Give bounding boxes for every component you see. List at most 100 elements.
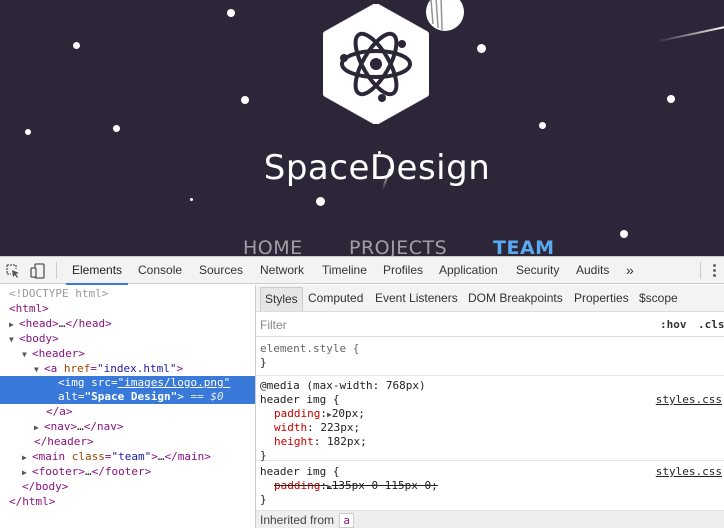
doctype-text: <!DOCTYPE html> [9,287,109,300]
rule-selector[interactable]: element.style { [260,342,359,356]
property-value[interactable]: 20px; [332,407,365,420]
tab-security[interactable]: Security [516,257,559,284]
styles-filter-bar: :hov .cls [256,313,724,337]
collapse-arrow-icon[interactable]: ▼ [22,347,32,362]
tab-computed[interactable]: Computed [308,285,363,311]
star [190,198,193,201]
console-ref-marker: == $0 [190,390,224,403]
nav-projects[interactable]: PROJECTS [349,238,447,256]
attr-value[interactable]: "Space Design" [85,390,178,403]
atom-icon[interactable] [322,4,430,124]
attr-name: alt [58,390,78,403]
expand-arrow-icon[interactable]: ▶ [34,420,44,435]
collapsed-ellipsis[interactable]: … [158,450,165,463]
nav-open-tag: <nav> [44,420,78,433]
class-toggle[interactable]: .cls [698,316,724,334]
tab-dom-breakpoints[interactable]: DOM Breakpoints [468,285,563,311]
collapse-arrow-icon[interactable]: ▼ [9,332,19,347]
collapsed-ellipsis[interactable]: … [85,465,92,478]
expand-arrow-icon[interactable]: ▶ [22,450,32,465]
star [620,230,628,238]
dom-node-nav[interactable]: ▶ <nav>…</nav> [0,419,255,434]
dom-node-header-close[interactable]: </header> [0,434,255,449]
inherited-element-link[interactable]: a [339,513,355,528]
tab-sources[interactable]: Sources [199,257,243,284]
inspect-element-icon[interactable] [5,263,21,279]
property-value[interactable]: 223px; [320,421,360,434]
brand-title: SpaceDesign [263,148,491,188]
expand-arrow-icon[interactable]: ▶ [22,465,32,480]
tab-styles[interactable]: Styles [260,287,303,311]
html-close-tag: </html> [9,495,56,508]
toolbar-divider [56,262,57,279]
attr-name: src [91,376,111,389]
customize-menu-icon[interactable] [709,263,719,279]
head-close-tag: </head> [65,317,112,330]
moon-icon [426,0,464,31]
star [316,197,325,206]
dom-node-html-close[interactable]: </html> [0,494,255,509]
tab-profiles[interactable]: Profiles [383,257,423,284]
device-toolbar-icon[interactable] [30,263,46,279]
expand-arrow-icon[interactable]: ▶ [9,317,19,332]
elements-tree: <!DOCTYPE html> <html> ▶ <head>…</head> ▼… [0,285,255,528]
attr-value[interactable]: "team" [112,450,152,463]
header-open-tag: <header> [32,347,85,360]
devtools-tabbar: Elements Console Sources Network Timelin… [0,257,724,285]
dom-node-body[interactable]: ▼ <body> [0,331,255,346]
style-rule-media: @media (max-width: 768px) header img { s… [256,376,724,462]
rule-selector[interactable]: header img { [260,465,339,479]
property-value[interactable]: 135px 0 115px 0; [332,479,438,492]
star [227,9,235,17]
attr-value-link[interactable]: "images/logo.png" [118,376,231,389]
tab-event-listeners[interactable]: Event Listeners [375,285,458,311]
stylesheet-link[interactable]: styles.css [656,393,722,407]
tab-network[interactable]: Network [260,257,304,284]
property-row[interactable]: height: 182px; [274,435,367,449]
star [667,95,675,103]
tab-timeline[interactable]: Timeline [322,257,367,284]
dom-node-footer[interactable]: ▶ <footer>…</footer> [0,464,255,479]
tab-elements[interactable]: Elements [65,257,129,285]
a-open-tag: <a [44,362,58,375]
hover-state-toggle[interactable]: :hov [660,316,687,334]
dom-node-doctype[interactable]: <!DOCTYPE html> [0,286,255,301]
body-close-tag: </body> [22,480,69,493]
dom-node-img-selected[interactable]: •• <img src="images/logo.png" alt="Space… [0,376,255,480]
dom-node-head[interactable]: ▶ <head>…</head> [0,316,255,331]
property-name[interactable]: padding [274,479,320,492]
img-open-tag: <img [58,376,85,389]
tab-properties[interactable]: Properties [574,285,629,311]
dom-node-a-close[interactable]: </a> [0,404,255,419]
nav-team[interactable]: TEAM [493,238,555,256]
inherited-section-header: Inherited from a [256,511,724,528]
collapse-arrow-icon[interactable]: ▼ [34,362,44,377]
tab-scope[interactable]: $scope [639,285,678,311]
rule-selector[interactable]: header img { [260,393,339,407]
styles-filter-input[interactable] [260,317,640,333]
property-value[interactable]: 182px; [327,435,367,448]
property-name[interactable]: width [274,421,307,434]
dom-node-a[interactable]: ▼ <a href="index.html"> [0,361,255,376]
property-name[interactable]: padding [274,407,320,420]
a-close-tag: </a> [46,405,73,418]
dom-node-html[interactable]: <html> [0,301,255,316]
more-tabs-button[interactable]: » [626,257,634,284]
dom-node-main[interactable]: ▶ <main class="team">…</main> [0,449,255,464]
overridden-property-row[interactable]: padding:▶135px 0 115px 0; [274,479,438,493]
attr-value[interactable]: "index.html" [97,362,176,375]
tab-console[interactable]: Console [138,257,182,284]
dom-node-body-close[interactable]: </body> [0,479,255,494]
property-name[interactable]: height [274,435,314,448]
star [25,129,31,135]
dom-node-header[interactable]: ▼ <header> [0,346,255,361]
tab-application[interactable]: Application [439,257,498,284]
collapsed-ellipsis[interactable]: … [77,420,84,433]
property-row[interactable]: width: 223px; [274,421,360,435]
tab-audits[interactable]: Audits [576,257,609,284]
media-query: @media (max-width: 768px) [260,379,426,392]
nav-home[interactable]: HOME [243,238,303,256]
toolbar-divider [700,262,701,279]
stylesheet-link[interactable]: styles.css [656,465,722,479]
property-row[interactable]: padding:▶20px; [274,407,365,421]
